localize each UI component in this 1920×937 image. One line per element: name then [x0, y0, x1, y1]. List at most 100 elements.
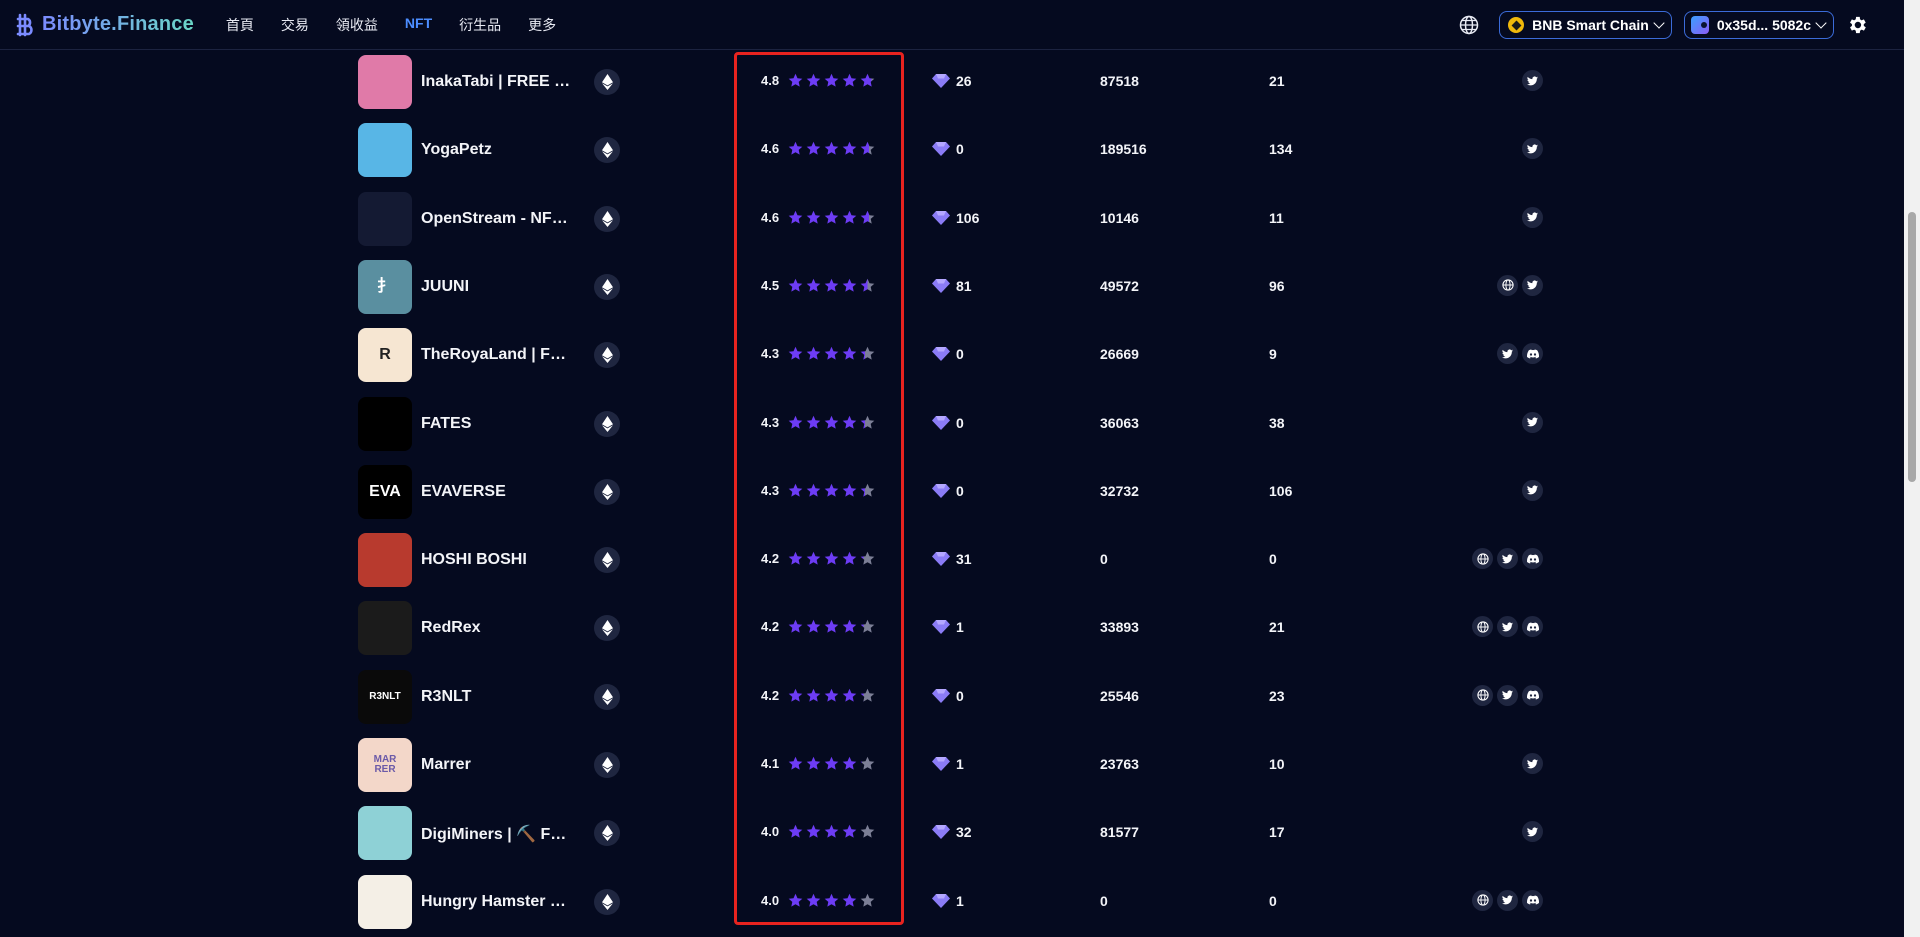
nav-item[interactable]: 交易 — [281, 15, 309, 35]
table-row[interactable]: MAR RER Marrer 4.1 1 23763 10 — [0, 734, 1904, 802]
filled-star-icon — [842, 415, 857, 429]
collection-avatar[interactable] — [358, 191, 412, 246]
collection-name[interactable]: HOSHI BOSHI — [421, 551, 573, 569]
discord-icon[interactable] — [1522, 548, 1543, 570]
collection-name[interactable]: R3NLT — [421, 688, 573, 706]
table-row[interactable]: 扌 JUUNI 4.5 81 49572 96 — [0, 256, 1904, 324]
partial-star-icon — [860, 688, 875, 702]
discord-icon[interactable] — [1522, 889, 1543, 911]
chain-selector-button[interactable]: BNB Smart Chain — [1499, 11, 1672, 39]
gem-icon — [932, 619, 956, 635]
collection-name[interactable]: InakaTabi | FREE MINT — [421, 73, 573, 91]
twitter-icon[interactable] — [1497, 548, 1518, 570]
page-scrollbar[interactable] — [1904, 0, 1920, 937]
collection-name[interactable]: Hungry Hamster Club — [421, 893, 573, 911]
twitter-icon[interactable] — [1497, 684, 1518, 706]
collection-name[interactable]: TheRoyaLand | FREE MINT — [421, 346, 573, 364]
table-row[interactable]: R3NLT R3NLT 4.2 0 25546 23 — [0, 666, 1904, 734]
filled-star-icon — [806, 346, 821, 360]
scrollbar-thumb[interactable] — [1908, 212, 1916, 482]
collection-name[interactable]: Marrer — [421, 756, 573, 774]
table-row[interactable]: RedRex 4.2 1 33893 21 — [0, 597, 1904, 665]
rating: 4.3 — [761, 415, 878, 430]
gem-count-value: 1 — [956, 619, 964, 636]
twitter-icon[interactable] — [1497, 889, 1518, 911]
globe-icon[interactable] — [1472, 548, 1493, 570]
collection-avatar[interactable] — [358, 396, 412, 451]
table-row[interactable]: R TheRoyaLand | FREE MINT 4.3 0 26669 9 — [0, 324, 1904, 392]
ethereum-icon — [594, 137, 620, 164]
table-row[interactable]: YogaPetz 4.6 0 189516 134 — [0, 119, 1904, 187]
globe-icon[interactable] — [1472, 889, 1493, 911]
collection-name[interactable]: OpenStream - NFT Access — [421, 210, 573, 228]
partial-star-icon — [860, 551, 875, 565]
table-row[interactable]: OpenStream - NFT Access 4.6 106 10146 11 — [0, 188, 1904, 256]
rating: 4.2 — [761, 551, 878, 566]
table-row[interactable]: InakaTabi | FREE MINT 4.8 26 87518 21 — [0, 51, 1904, 119]
settings-gear-icon[interactable] — [1846, 14, 1868, 36]
collection-name[interactable]: DigiMiners | ⛏️ FREE MINT — [421, 824, 573, 844]
twitter-icon[interactable] — [1522, 206, 1543, 228]
filled-star-icon — [824, 483, 839, 497]
social-links — [1493, 274, 1543, 296]
twitter-icon[interactable] — [1522, 70, 1543, 91]
gem-icon — [932, 210, 956, 226]
rating-value: 4.2 — [761, 619, 780, 635]
collection-avatar[interactable] — [358, 123, 412, 178]
collection-avatar[interactable]: R3NLT — [358, 669, 412, 724]
twitter-icon[interactable] — [1522, 753, 1543, 774]
collection-name[interactable]: EVAVERSE — [421, 483, 573, 501]
collection-avatar[interactable]: MAR RER — [358, 738, 412, 792]
globe-icon[interactable] — [1472, 616, 1493, 638]
collection-avatar[interactable] — [358, 806, 412, 861]
rating: 4.3 — [761, 346, 878, 361]
twitter-icon[interactable] — [1522, 821, 1543, 843]
partial-star-icon — [860, 483, 875, 497]
collection-name[interactable]: FATES — [421, 415, 573, 433]
twitter-icon[interactable] — [1522, 411, 1543, 433]
collection-name[interactable]: YogaPetz — [421, 141, 573, 159]
collection-avatar[interactable] — [358, 874, 412, 929]
collection-avatar[interactable] — [358, 55, 412, 109]
rating-stars — [788, 893, 878, 908]
collection-name[interactable]: JUUNI — [421, 278, 573, 296]
filled-star-icon — [806, 415, 821, 429]
twitter-icon[interactable] — [1522, 138, 1543, 160]
language-globe-icon[interactable] — [1457, 13, 1481, 37]
collection-avatar[interactable]: R — [358, 328, 412, 383]
top-navbar: Bitbyte.Finance 首頁 交易 領收益 NFT 衍生品 更多 BNB Smar… — [0, 0, 1904, 50]
collection-avatar[interactable]: 扌 — [358, 259, 412, 314]
nav-item[interactable]: NFT — [405, 15, 432, 35]
collection-avatar[interactable] — [358, 533, 412, 588]
nav-item[interactable]: 領收益 — [336, 15, 378, 35]
twitter-icon[interactable] — [1522, 479, 1543, 501]
social-links — [1518, 479, 1543, 501]
discord-icon[interactable] — [1522, 684, 1543, 706]
social-links — [1518, 411, 1543, 433]
filled-star-icon — [806, 756, 821, 770]
wallet-account-button[interactable]: 0x35d... 5082c — [1683, 11, 1834, 39]
globe-icon[interactable] — [1472, 684, 1493, 706]
table-row[interactable]: FATES 4.3 0 36063 38 — [0, 393, 1904, 461]
nav-item[interactable]: 更多 — [528, 15, 556, 35]
twitter-icon[interactable] — [1497, 343, 1518, 365]
table-row[interactable]: EVA EVAVERSE 4.3 0 32732 106 — [0, 461, 1904, 529]
twitter-icon[interactable] — [1497, 616, 1518, 638]
nav-item[interactable]: 衍生品 — [459, 15, 501, 35]
twitter-icon[interactable] — [1522, 274, 1543, 296]
table-row[interactable]: DigiMiners | ⛏️ FREE MINT 4.0 32 81577 17 — [0, 802, 1904, 870]
nav-item[interactable]: 首頁 — [226, 15, 254, 35]
table-row[interactable]: HOSHI BOSHI 4.2 31 0 0 — [0, 529, 1904, 597]
collection-avatar[interactable] — [358, 601, 412, 656]
filled-star-icon — [788, 620, 803, 633]
filled-star-icon — [806, 893, 821, 907]
discord-icon[interactable] — [1522, 343, 1543, 365]
count-value: 17 — [1269, 824, 1285, 841]
discord-icon[interactable] — [1522, 616, 1543, 638]
table-row[interactable]: Hungry Hamster Club 4.0 1 0 0 — [0, 871, 1904, 937]
collection-avatar[interactable]: EVA — [358, 464, 412, 519]
globe-icon[interactable] — [1497, 274, 1518, 296]
wallet-icon — [1690, 16, 1709, 34]
brand-logo[interactable]: Bitbyte.Finance — [14, 12, 194, 38]
collection-name[interactable]: RedRex — [421, 619, 573, 637]
